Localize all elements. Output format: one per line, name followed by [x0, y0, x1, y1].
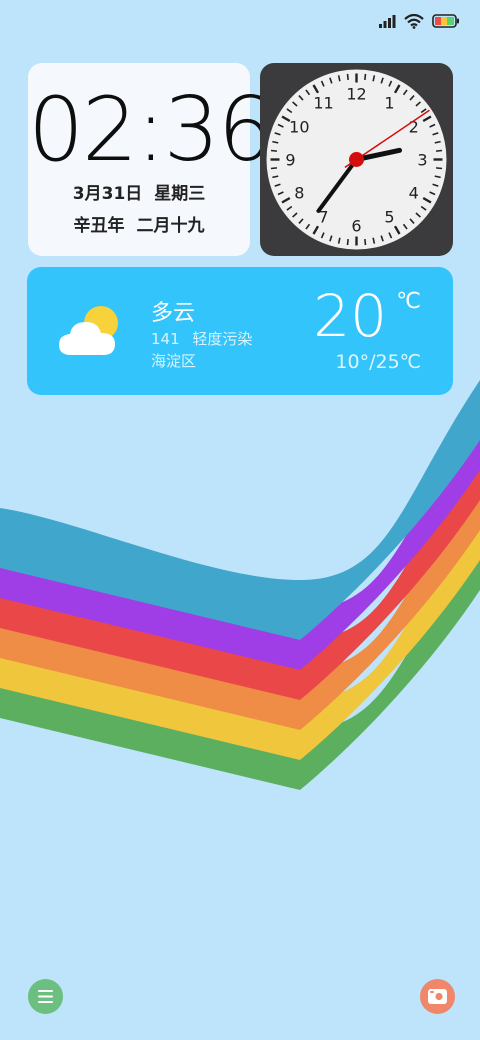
clock-face: 12 1234567891011	[266, 69, 447, 250]
status-bar	[378, 10, 460, 32]
weather-condition: 多云	[151, 301, 196, 326]
signal-icon	[379, 15, 396, 28]
menu-button[interactable]	[28, 979, 63, 1014]
aqi-value: 141	[151, 330, 180, 348]
minute-tick	[435, 149, 443, 152]
digital-clock-widget[interactable]: 02:36 3月31日 星期三 辛丑年 二月十九	[28, 63, 274, 256]
clock-numeral: 9	[285, 151, 295, 170]
clock-time: 02:36	[28, 78, 274, 181]
current-temperature: 20	[313, 282, 387, 350]
clock-numeral: 8	[294, 184, 304, 203]
weather-location: 海淀区	[151, 352, 197, 370]
clock-numeral: 5	[384, 208, 394, 227]
clock-numeral: 12	[346, 85, 366, 104]
date-line: 3月31日 星期三	[28, 181, 250, 207]
minute-tick	[364, 238, 367, 246]
aqi-label: 轻度污染	[192, 330, 253, 348]
minute-tick	[346, 73, 349, 81]
weekday-text: 星期三	[154, 184, 206, 204]
clock-center-cap	[349, 152, 364, 167]
camera-icon	[428, 989, 447, 1004]
minute-tick	[364, 73, 367, 81]
wifi-icon	[404, 13, 424, 29]
clock-numeral: 4	[409, 184, 419, 203]
menu-icon	[38, 990, 53, 1003]
air-quality: 141 轻度污染	[151, 328, 252, 349]
camera-button[interactable]	[420, 979, 455, 1014]
clock-numeral: 1	[384, 93, 394, 112]
clock-numeral: 11	[313, 93, 333, 112]
minute-tick	[270, 167, 278, 170]
temperature-unit: ℃	[396, 289, 421, 314]
analog-clock-widget[interactable]: 12 1 2 3 4 5 6 7 8 9 10 11	[260, 63, 453, 256]
minute-tick	[346, 238, 349, 246]
battery-icon	[432, 14, 459, 28]
clock-numeral: 10	[289, 118, 309, 137]
weather-widget[interactable]: 多云 141 轻度污染 海淀区 20 ℃ 10°/25℃	[27, 267, 453, 395]
temperature-range: 10°/25℃	[335, 351, 421, 373]
minute-tick	[435, 167, 443, 170]
clock-numeral: 3	[417, 151, 427, 170]
clock-numeral: 6	[351, 217, 361, 236]
lunar-date-text: 二月十九	[136, 216, 205, 236]
minute-tick	[270, 149, 278, 152]
partly-cloudy-icon	[59, 306, 118, 355]
lunar-year-text: 辛丑年	[73, 216, 125, 236]
lunar-date-line: 辛丑年 二月十九	[28, 213, 250, 239]
date-text: 3月31日	[72, 184, 143, 204]
